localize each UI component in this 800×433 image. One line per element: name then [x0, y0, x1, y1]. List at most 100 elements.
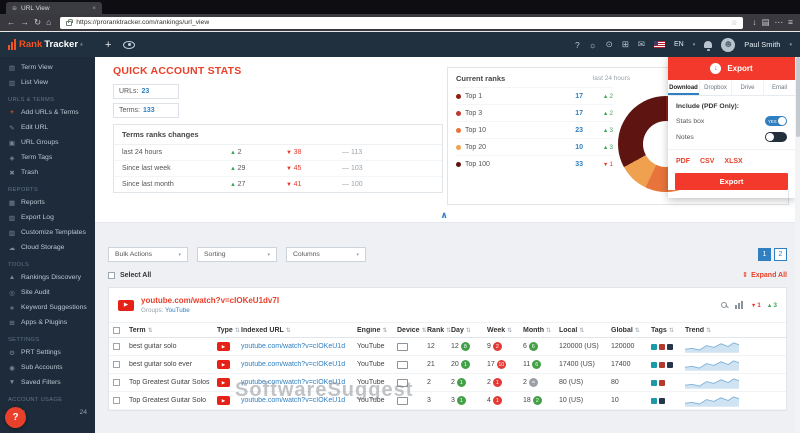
column-header-tags[interactable]: Tags ⇅ [651, 327, 685, 334]
sidebar-item[interactable]: ✖ Trash [0, 165, 95, 180]
table-row[interactable]: Top Greatest Guitar Solos ▶ youtube.com/… [109, 374, 786, 392]
location-icon[interactable]: ⊙ [606, 39, 613, 50]
dropdown-select[interactable]: Bulk Actions ▾ [108, 247, 188, 262]
row-checkbox[interactable] [113, 343, 120, 350]
quick-add-button[interactable]: + [105, 39, 111, 51]
sidebar-item[interactable]: ▤ Term View [0, 60, 95, 75]
column-header-rank[interactable]: Rank ⇅ [427, 327, 451, 334]
trend-sparkline [685, 396, 739, 407]
indexed-url-link[interactable]: youtube.com/watch?v=cIOKeU1d [241, 361, 357, 368]
export-tab[interactable]: Drive [732, 80, 764, 95]
column-header-day[interactable]: Day ⇅ [451, 327, 487, 334]
table-row[interactable]: best guitar solo ever ▶ youtube.com/watc… [109, 356, 786, 374]
select-all-checkbox[interactable] [108, 271, 115, 279]
export-button[interactable]: ↓ Export [668, 57, 795, 80]
indexed-url-link[interactable]: youtube.com/watch?v=cIOKeU1d [241, 397, 357, 404]
sidebar-item[interactable]: ✎ Edit URL [0, 120, 95, 135]
column-header-device[interactable]: Device ⇅ [397, 327, 427, 334]
pagination-page[interactable]: 1 [758, 248, 771, 261]
export-tab[interactable]: Email [764, 80, 795, 95]
export-tab[interactable]: Download [668, 80, 700, 95]
app-logo[interactable]: Rank Tracker ® [0, 39, 95, 50]
column-header-type[interactable]: Type ⇅ [217, 327, 241, 334]
format-link[interactable]: XLSX [724, 158, 742, 165]
chat-icon[interactable]: ✉ [638, 39, 645, 50]
sidebar-item[interactable]: ▼ Saved Filters [0, 375, 95, 390]
column-header-term[interactable]: Term ⇅ [129, 327, 217, 334]
sidebar-item[interactable]: ▧ Export Log [0, 210, 95, 225]
help-chat-button[interactable]: ? [5, 407, 26, 428]
downloads-icon[interactable]: ↓ [752, 18, 756, 27]
close-tab-icon[interactable]: × [92, 5, 96, 12]
column-header-trend[interactable]: Trend ⇅ [685, 327, 782, 334]
address-bar[interactable]: https://proranktracker.com/rankings/url_… [60, 16, 744, 29]
search-icon[interactable] [720, 302, 727, 308]
pagination-page[interactable]: 2 [774, 248, 787, 261]
indexed-url-link[interactable]: youtube.com/watch?v=cIOKeU1d [241, 379, 357, 386]
notifications-bell-icon[interactable] [704, 41, 713, 51]
user-name[interactable]: Paul Smith [744, 40, 780, 49]
sidebar-item[interactable]: ∗ Keyword Suggestions [0, 300, 95, 315]
scrollbar[interactable] [795, 57, 800, 433]
format-link[interactable]: CSV [700, 158, 714, 165]
header-checkbox[interactable] [113, 326, 120, 334]
export-tab[interactable]: Dropbox [700, 80, 732, 95]
sidebar-item[interactable]: ◈ Term Tags [0, 150, 95, 165]
sidebar-item[interactable]: ▦ Reports [0, 195, 95, 210]
column-header-local[interactable]: Local ⇅ [559, 327, 611, 334]
column-header-month[interactable]: Month ⇅ [523, 327, 559, 334]
toggle-switch[interactable]: YES [765, 116, 787, 126]
youtube-type-icon: ▶ [217, 396, 230, 405]
format-link[interactable]: PDF [676, 158, 690, 165]
bookmark-star-icon[interactable]: ☆ [731, 19, 737, 27]
sidebar-item[interactable]: ⊞ Apps & Plugins [0, 315, 95, 330]
whats-new-icon[interactable]: ☼ [589, 40, 597, 50]
sidebar-item[interactable]: ▣ URL Groups [0, 135, 95, 150]
sidebar-item[interactable]: ⚙ PRT Settings [0, 345, 95, 360]
sidebar-item[interactable]: ▥ List View [0, 75, 95, 90]
sort-icon: ⇅ [382, 327, 388, 334]
month-cell: 66 [523, 342, 559, 351]
back-icon[interactable]: ← [7, 18, 16, 27]
browser-tab[interactable]: ⊕ URL View × [6, 2, 102, 14]
language-label[interactable]: EN [674, 41, 684, 48]
sidebar-section-label: ACCOUNT USAGE [8, 397, 63, 403]
sidebar-item[interactable]: + Add URLs & Terms [0, 105, 95, 120]
forward-icon[interactable]: → [21, 18, 30, 27]
table-row[interactable]: Top Greatest Guitar Solo ▶ youtube.com/w… [109, 392, 786, 410]
export-submit-button[interactable]: Export [675, 173, 788, 190]
indexed-url-link[interactable]: youtube.com/watch?v=cIOKeU1d [241, 343, 357, 350]
chart-icon[interactable] [734, 301, 743, 309]
dropdown-select[interactable]: Columns ▾ [286, 247, 366, 262]
home-icon[interactable]: ⌂ [46, 18, 51, 27]
apps-grid-icon[interactable]: ⊞ [622, 39, 629, 50]
group-link[interactable]: YouTube [165, 307, 190, 314]
sidebar-item[interactable]: ▲ Rankings Discovery [0, 270, 95, 285]
expand-all-button[interactable]: ⇕ Expand All [742, 271, 787, 280]
row-checkbox[interactable] [113, 397, 120, 404]
help-icon[interactable]: ? [575, 40, 580, 50]
overflow-menu-icon[interactable]: ⋯ [775, 18, 784, 27]
sidebar-item[interactable]: ▨ Customize Templates [0, 225, 95, 240]
toggle-switch[interactable] [765, 132, 787, 142]
url-link[interactable]: youtube.com/watch?v=cIOKeU1dv7I [141, 296, 279, 305]
table-row[interactable]: best guitar solo ▶ youtube.com/watch?v=c… [109, 338, 786, 356]
sidebar-item[interactable]: ◉ Sub Accounts [0, 360, 95, 375]
column-header-indexed-url[interactable]: Indexed URL ⇅ [241, 327, 357, 334]
expand-icon: ⇕ [742, 272, 749, 279]
library-icon[interactable]: ▤ [762, 18, 770, 27]
refresh-icon[interactable]: ↻ [34, 18, 41, 27]
view-mode-icon[interactable] [123, 40, 136, 49]
sidebar-item[interactable]: ◎ Site Audit [0, 285, 95, 300]
current-ranks-row: Top 3 17 2 [456, 104, 613, 121]
dropdown-select[interactable]: Sorting ▾ [197, 247, 277, 262]
column-header-global[interactable]: Global ⇅ [611, 327, 651, 334]
scrollbar-thumb[interactable] [795, 57, 800, 137]
row-checkbox[interactable] [113, 379, 120, 386]
collapse-stats-button[interactable]: ∧ [440, 210, 447, 221]
hamburger-menu-icon[interactable]: ≡ [788, 18, 793, 27]
column-header-engine[interactable]: Engine ⇅ [357, 327, 397, 334]
sidebar-item[interactable]: ☁ Cloud Storage [0, 240, 95, 255]
row-checkbox[interactable] [113, 361, 120, 368]
column-header-week[interactable]: Week ⇅ [487, 327, 523, 334]
